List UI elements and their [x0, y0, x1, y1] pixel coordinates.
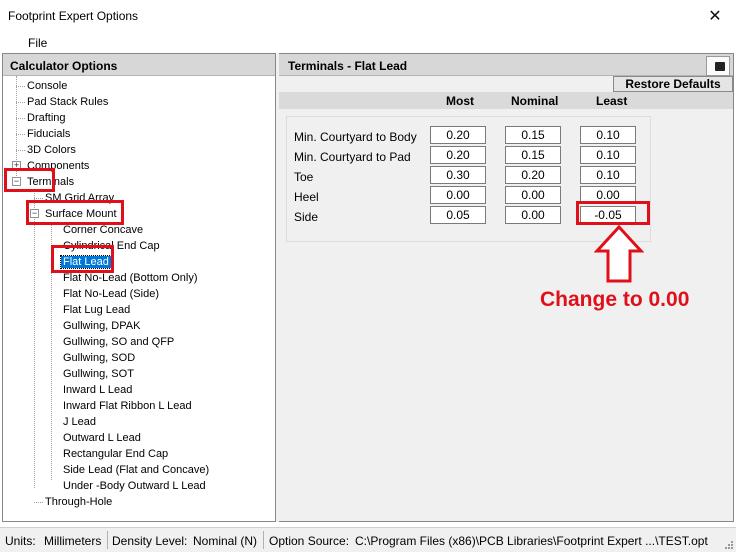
tree-item-3d-colors[interactable]: 3D Colors [25, 142, 78, 158]
courtyard-body-most-input[interactable]: 0.20 [430, 126, 486, 144]
row-label-toe: Toe [294, 170, 314, 184]
tree-item-console[interactable]: Console [25, 78, 69, 94]
tree-item-gullwing-so-qfp[interactable]: Gullwing, SO and QFP [61, 334, 176, 350]
tree-line [34, 502, 43, 503]
menu-file[interactable]: File [28, 36, 47, 50]
toe-least-input[interactable]: 0.10 [580, 166, 636, 184]
status-separator [107, 531, 108, 549]
highlight-side-least [576, 201, 650, 225]
window-title: Footprint Expert Options [8, 9, 139, 23]
tree-line [16, 86, 25, 87]
courtyard-body-nominal-input[interactable]: 0.15 [505, 126, 561, 144]
menu-bar: File [0, 31, 736, 53]
row-label-side: Side [294, 210, 319, 224]
column-nominal: Nominal [511, 94, 559, 108]
restore-defaults-button[interactable]: Restore Defaults [613, 76, 733, 92]
option-source-label: Option Source: [269, 534, 350, 548]
courtyard-pad-most-input[interactable]: 0.20 [430, 146, 486, 164]
column-most: Most [446, 94, 474, 108]
tree-item-gullwing-dpak[interactable]: Gullwing, DPAK [61, 318, 142, 334]
row-label-courtyard-pad: Min. Courtyard to Pad [294, 150, 411, 164]
resize-grip-icon[interactable] [724, 540, 734, 550]
units-label: Units: [5, 534, 36, 548]
toe-most-input[interactable]: 0.30 [430, 166, 486, 184]
courtyard-pad-nominal-input[interactable]: 0.15 [505, 146, 561, 164]
heel-most-input[interactable]: 0.00 [430, 186, 486, 204]
tree-line [34, 198, 43, 199]
tree-line [34, 190, 35, 488]
tree-item-through-hole[interactable]: Through-Hole [43, 494, 114, 510]
chip-icon[interactable] [706, 56, 730, 76]
close-icon[interactable]: ✕ [694, 0, 736, 31]
column-headers: Most Nominal Least [279, 92, 733, 109]
tree-item-gullwing-sod[interactable]: Gullwing, SOD [61, 350, 137, 366]
units-value: Millimeters [44, 534, 102, 548]
tree-item-inward-l-lead[interactable]: Inward L Lead [61, 382, 134, 398]
highlight-terminals [4, 168, 55, 192]
column-least: Least [596, 94, 628, 108]
tree-item-gullwing-sot[interactable]: Gullwing, SOT [61, 366, 136, 382]
calculator-options-header: Calculator Options [3, 54, 275, 76]
tree-item-flat-no-lead-side[interactable]: Flat No-Lead (Side) [61, 286, 161, 302]
tree-item-inward-flat-ribbon-l-lead[interactable]: Inward Flat Ribbon L Lead [61, 398, 194, 414]
highlight-flat-lead [51, 245, 114, 273]
heel-nominal-input[interactable]: 0.00 [505, 186, 561, 204]
panel-title: Terminals - Flat Lead [279, 54, 733, 76]
status-separator [263, 531, 264, 549]
toe-nominal-input[interactable]: 0.20 [505, 166, 561, 184]
courtyard-body-least-input[interactable]: 0.10 [580, 126, 636, 144]
tree-item-flat-lug-lead[interactable]: Flat Lug Lead [61, 302, 132, 318]
density-label: Density Level: [112, 534, 188, 548]
tree-item-under-body-outward-l-lead[interactable]: Under -Body Outward L Lead [61, 478, 208, 494]
up-arrow-icon [594, 225, 644, 283]
tree-line [16, 102, 25, 103]
option-source-value: C:\Program Files (x86)\PCB Libraries\Foo… [355, 534, 708, 548]
tree-item-pad-stack-rules[interactable]: Pad Stack Rules [25, 94, 110, 110]
highlight-surface-mount [26, 200, 124, 225]
tree-item-fiducials[interactable]: Fiducials [25, 126, 72, 142]
side-most-input[interactable]: 0.05 [430, 206, 486, 224]
density-value: Nominal (N) [193, 534, 258, 548]
calculator-options-panel: Calculator Options + − − Console Pad Sta… [2, 53, 276, 522]
row-label-heel: Heel [294, 190, 319, 204]
tree-line [16, 118, 25, 119]
side-nominal-input[interactable]: 0.00 [505, 206, 561, 224]
tree-item-side-lead[interactable]: Side Lead (Flat and Concave) [61, 462, 211, 478]
annotation-text: Change to 0.00 [540, 288, 690, 311]
status-bar: Units: Millimeters Density Level: Nomina… [0, 527, 736, 552]
title-bar: Footprint Expert Options ✕ [0, 0, 736, 31]
tree-line [16, 150, 25, 151]
tree-item-rectangular-end-cap[interactable]: Rectangular End Cap [61, 446, 170, 462]
tree-line [16, 134, 25, 135]
tree-item-drafting[interactable]: Drafting [25, 110, 68, 126]
row-label-courtyard-body: Min. Courtyard to Body [294, 130, 417, 144]
tree-item-outward-l-lead[interactable]: Outward L Lead [61, 430, 143, 446]
courtyard-pad-least-input[interactable]: 0.10 [580, 146, 636, 164]
tree-item-j-lead[interactable]: J Lead [61, 414, 98, 430]
